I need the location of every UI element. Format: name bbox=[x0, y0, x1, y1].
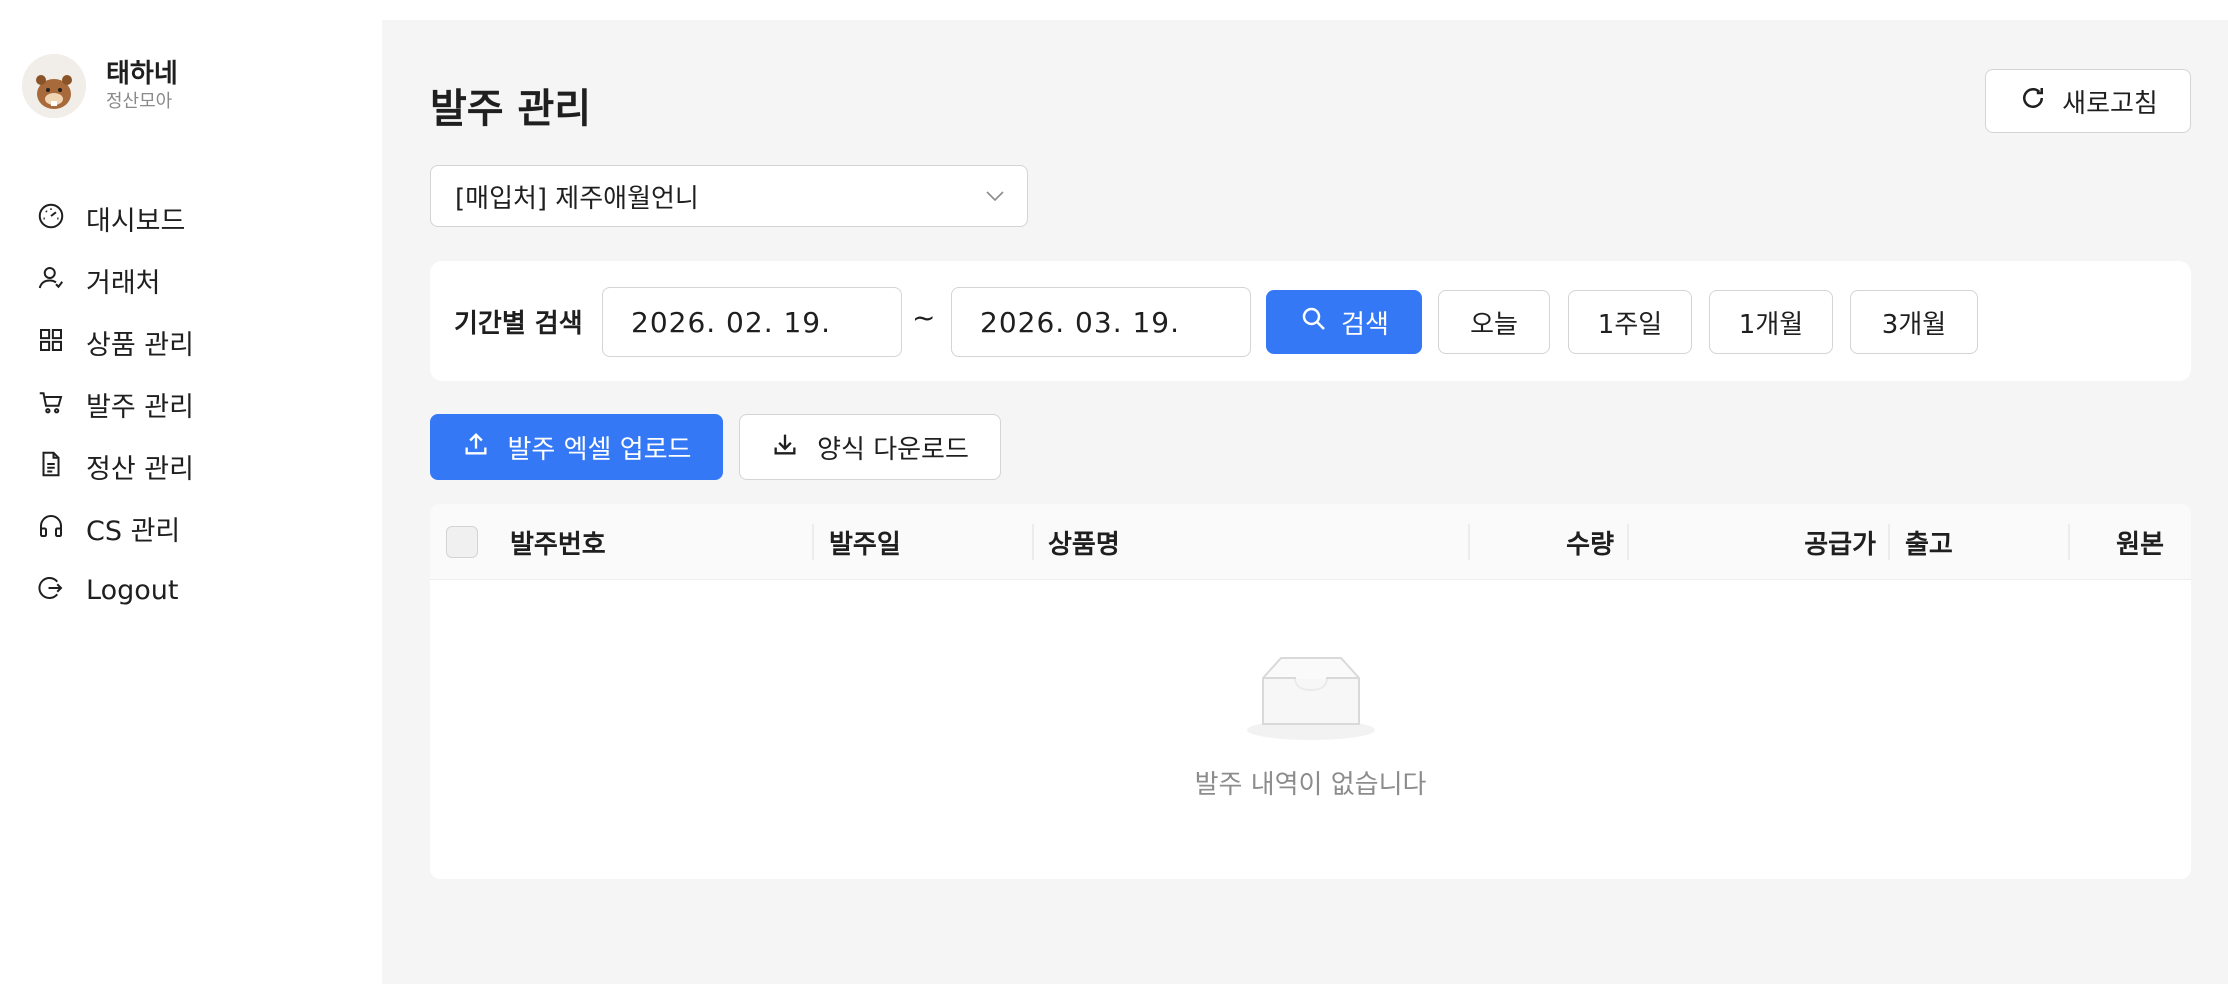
period-filter: 기간별 검색 2026. 02. 19. ~ 2026. 03. 19. 검색 … bbox=[430, 261, 2191, 381]
sidebar-item-clients[interactable]: 거래처 bbox=[36, 252, 161, 308]
avatar bbox=[22, 54, 86, 118]
search-button[interactable]: 검색 bbox=[1266, 290, 1422, 354]
page-title: 발주 관리 bbox=[430, 86, 592, 132]
sidebar: 태하네 정산모아 대시보드 거래처 상품 관리 발주 관리 정산 관리 CS 관… bbox=[0, 20, 382, 984]
sidebar-item-dashboard[interactable]: 대시보드 bbox=[36, 190, 185, 246]
search-label: 검색 bbox=[1341, 309, 1389, 340]
range-1month-button[interactable]: 1개월 bbox=[1709, 290, 1833, 354]
sidebar-item-label: 거래처 bbox=[86, 267, 161, 299]
column-divider bbox=[1888, 524, 1890, 560]
main-content: 발주 관리 새로고침 [매입처] 제주애월언니 기간별 검색 2026. 02.… bbox=[382, 20, 2228, 984]
range-today-button[interactable]: 오늘 bbox=[1438, 290, 1550, 354]
search-icon bbox=[1299, 304, 1341, 341]
sidebar-item-label: 발주 관리 bbox=[86, 391, 194, 423]
column-quantity[interactable]: 수량 bbox=[1480, 504, 1614, 580]
excel-upload-button[interactable]: 발주 엑셀 업로드 bbox=[430, 414, 723, 480]
column-divider bbox=[1627, 524, 1629, 560]
column-divider bbox=[1032, 524, 1034, 560]
filter-label: 기간별 검색 bbox=[454, 309, 583, 339]
top-bar bbox=[0, 0, 2228, 20]
sidebar-item-orders[interactable]: 발주 관리 bbox=[36, 376, 194, 432]
sidebar-item-label: 정산 관리 bbox=[86, 453, 194, 485]
column-original[interactable]: 원본 bbox=[2080, 504, 2164, 580]
template-download-button[interactable]: 양식 다운로드 bbox=[739, 414, 1001, 480]
empty-inbox-icon bbox=[1247, 657, 1375, 740]
grid-icon bbox=[36, 325, 66, 359]
select-all-checkbox[interactable] bbox=[446, 526, 478, 558]
refresh-icon bbox=[2018, 83, 2062, 120]
range-3month-button[interactable]: 3개월 bbox=[1850, 290, 1978, 354]
chevron-down-icon bbox=[986, 191, 1004, 202]
download-icon bbox=[771, 430, 817, 465]
document-icon bbox=[36, 449, 66, 483]
empty-state: 발주 내역이 없습니다 bbox=[430, 580, 2191, 879]
sidebar-item-label: Logout bbox=[86, 574, 179, 606]
headset-icon bbox=[36, 511, 66, 545]
download-label: 양식 다운로드 bbox=[817, 434, 969, 465]
cart-icon bbox=[36, 387, 66, 421]
sidebar-item-logout[interactable]: Logout bbox=[36, 562, 178, 618]
sidebar-item-products[interactable]: 상품 관리 bbox=[36, 314, 194, 370]
upload-icon bbox=[462, 430, 508, 465]
sidebar-item-label: CS 관리 bbox=[86, 515, 181, 547]
table-header: 발주번호 발주일 상품명 수량 공급가 출고 원본 bbox=[430, 504, 2191, 580]
sidebar-item-cs[interactable]: CS 관리 bbox=[36, 500, 180, 556]
brand-subtitle: 정산모아 bbox=[106, 91, 173, 112]
logout-icon bbox=[36, 573, 66, 607]
column-shipment[interactable]: 출고 bbox=[1905, 504, 1953, 580]
end-date-input[interactable]: 2026. 03. 19. bbox=[951, 287, 1251, 357]
dashboard-icon bbox=[36, 201, 66, 235]
date-separator: ~ bbox=[912, 301, 936, 334]
vendor-select[interactable]: [매입처] 제주애월언니 bbox=[430, 165, 1028, 227]
upload-label: 발주 엑셀 업로드 bbox=[507, 434, 692, 465]
range-1week-button[interactable]: 1주일 bbox=[1568, 290, 1692, 354]
column-order-number[interactable]: 발주번호 bbox=[510, 504, 606, 580]
column-supply-price[interactable]: 공급가 bbox=[1640, 504, 1876, 580]
column-order-date[interactable]: 발주일 bbox=[829, 504, 901, 580]
orders-table: 발주번호 발주일 상품명 수량 공급가 출고 원본 발주 내역이 없습니다 bbox=[430, 504, 2191, 879]
brand[interactable]: 태하네 정산모아 bbox=[22, 54, 178, 118]
start-date-input[interactable]: 2026. 02. 19. bbox=[602, 287, 902, 357]
refresh-button[interactable]: 새로고침 bbox=[1985, 69, 2191, 133]
sidebar-item-label: 대시보드 bbox=[86, 205, 186, 237]
column-divider bbox=[1468, 524, 1470, 560]
sidebar-item-label: 상품 관리 bbox=[86, 329, 194, 361]
refresh-label: 새로고침 bbox=[2062, 88, 2158, 119]
column-divider bbox=[2068, 524, 2070, 560]
column-divider bbox=[812, 524, 814, 560]
brand-name: 태하네 bbox=[106, 59, 178, 89]
sidebar-item-settlement[interactable]: 정산 관리 bbox=[36, 438, 194, 494]
empty-message: 발주 내역이 없습니다 bbox=[1194, 770, 1427, 800]
user-icon bbox=[36, 263, 66, 297]
vendor-select-value: [매입처] 제주애월언니 bbox=[455, 183, 699, 214]
column-product-name[interactable]: 상품명 bbox=[1048, 504, 1120, 580]
